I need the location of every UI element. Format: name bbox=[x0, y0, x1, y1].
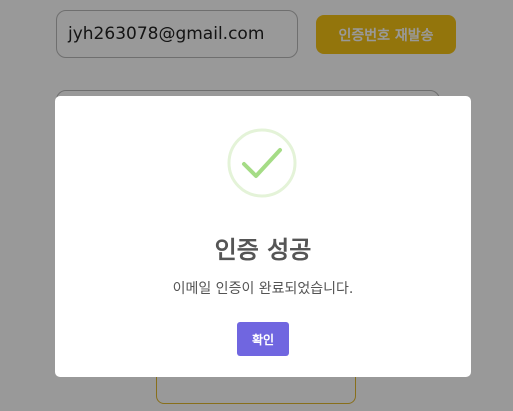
success-check-icon bbox=[227, 128, 297, 198]
success-dialog: 인증 성공 이메일 인증이 완료되었습니다. 확인 bbox=[55, 96, 471, 377]
confirm-button[interactable]: 확인 bbox=[237, 322, 289, 356]
dialog-message: 이메일 인증이 완료되었습니다. bbox=[172, 281, 354, 297]
dialog-title: 인증 성공 bbox=[214, 236, 312, 264]
